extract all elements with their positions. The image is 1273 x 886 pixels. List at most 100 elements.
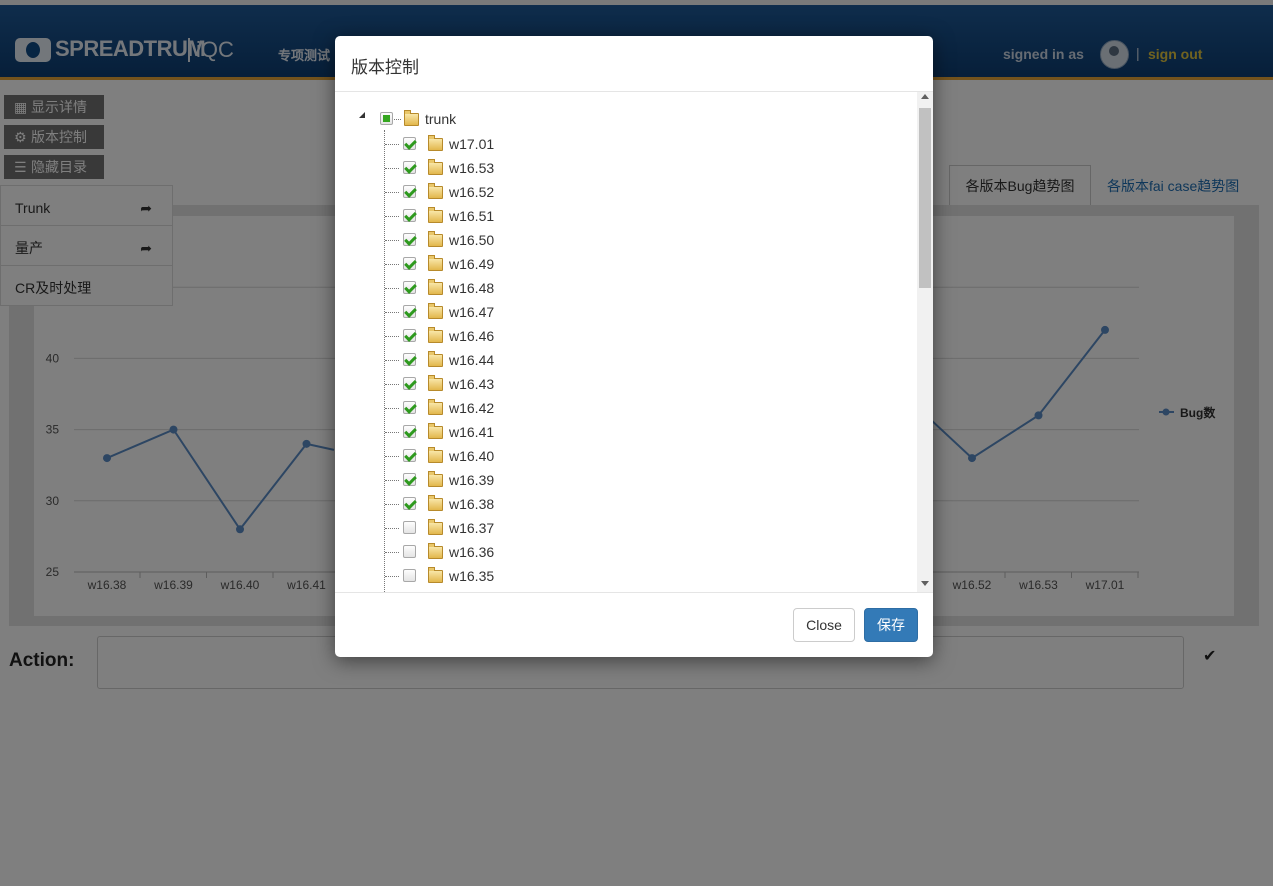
checkbox-checked-icon[interactable] [403,233,416,246]
tree-connector [385,168,399,169]
tree-connector [385,408,399,409]
tree-item-label: w16.42 [449,400,495,416]
tree-connector [385,576,399,577]
checkbox-unchecked-icon[interactable] [403,569,416,582]
checkbox-checked-icon[interactable] [403,329,416,342]
folder-icon [428,471,443,487]
tree-item[interactable]: w16.39 [335,468,895,492]
scroll-thumb[interactable] [919,108,931,288]
tree-connector [385,216,399,217]
tree-item[interactable]: w16.44 [335,348,895,372]
tree-connector [385,480,399,481]
tree-root-label: trunk [425,111,457,127]
checkbox-checked-icon[interactable] [403,353,416,366]
scroll-up-arrow-icon[interactable] [921,94,929,99]
checkbox-partial-icon[interactable] [380,112,393,125]
tree-item[interactable]: w16.35 [335,564,895,588]
tree-item[interactable]: w16.53 [335,156,895,180]
tree-connector [385,312,399,313]
tree-scrollbar[interactable] [917,92,933,592]
folder-icon [428,375,443,391]
folder-icon [428,303,443,319]
tree-item-label: w16.53 [449,160,495,176]
checkbox-checked-icon[interactable] [403,281,416,294]
folder-icon [428,519,443,535]
folder-icon [428,351,443,367]
checkbox-checked-icon[interactable] [403,449,416,462]
tree-item-label: w16.48 [449,280,495,296]
collapse-icon[interactable] [359,112,365,118]
checkbox-checked-icon[interactable] [403,497,416,510]
modal-title: 版本控制 [351,58,419,77]
tree-connector [385,504,399,505]
checkbox-checked-icon[interactable] [403,473,416,486]
tree-item-label: w16.52 [449,184,495,200]
tree-item[interactable]: w16.41 [335,420,895,444]
folder-icon [428,399,443,415]
tree-connector [385,552,399,553]
tree-connector [385,456,399,457]
tree-item-label: w16.40 [449,448,495,464]
tree-item[interactable]: w16.50 [335,228,895,252]
tree-item-label: w16.44 [449,352,495,368]
folder-icon [428,447,443,463]
tree-item[interactable]: w16.36 [335,540,895,564]
save-button[interactable]: 保存 [864,608,918,642]
checkbox-checked-icon[interactable] [403,209,416,222]
tree-connector [385,288,399,289]
checkbox-checked-icon[interactable] [403,185,416,198]
folder-icon [428,495,443,511]
tree-connector [385,192,399,193]
tree-item-label: w16.37 [449,520,495,536]
tree-connector [385,432,399,433]
version-control-modal: 版本控制 trunk w17.01 w16.53 w16.52 w16.51 w16.5… [335,36,933,657]
folder-icon [428,255,443,271]
tree-connector [385,240,399,241]
checkbox-checked-icon[interactable] [403,425,416,438]
tree-item-label: w16.49 [449,256,495,272]
tree-item[interactable]: w16.51 [335,204,895,228]
tree-item-label: w16.35 [449,568,495,584]
checkbox-checked-icon[interactable] [403,305,416,318]
tree-connector [385,144,399,145]
checkbox-checked-icon[interactable] [403,401,416,414]
tree-item[interactable]: w16.42 [335,396,895,420]
folder-icon [428,231,443,247]
tree-item[interactable]: w16.38 [335,492,895,516]
tree-connector [385,264,399,265]
checkbox-unchecked-icon[interactable] [403,521,416,534]
folder-icon [428,567,443,583]
tree-item-label: w16.36 [449,544,495,560]
close-button[interactable]: Close [793,608,855,642]
checkbox-checked-icon[interactable] [403,137,416,150]
tree-item[interactable]: w16.49 [335,252,895,276]
tree-item-label: w16.39 [449,472,495,488]
folder-icon [404,110,419,126]
tree-item[interactable]: w16.43 [335,372,895,396]
tree-item[interactable]: w17.01 [335,132,895,156]
tree-item[interactable]: w16.47 [335,300,895,324]
tree-item-label: w16.38 [449,496,495,512]
tree-item-label: w16.47 [449,304,495,320]
checkbox-checked-icon[interactable] [403,377,416,390]
tree-item[interactable]: w16.48 [335,276,895,300]
folder-icon [428,183,443,199]
tree-item-label: w16.43 [449,376,495,392]
tree-item-label: w16.51 [449,208,495,224]
tree-connector [385,384,399,385]
folder-icon [428,327,443,343]
folder-icon [428,159,443,175]
checkbox-checked-icon[interactable] [403,161,416,174]
tree-connector [385,528,399,529]
modal-footer-divider [335,592,933,593]
tree-item[interactable]: w16.52 [335,180,895,204]
folder-icon [428,279,443,295]
tree-item[interactable]: w16.37 [335,516,895,540]
tree-item[interactable]: w16.46 [335,324,895,348]
checkbox-checked-icon[interactable] [403,257,416,270]
checkbox-unchecked-icon[interactable] [403,545,416,558]
scroll-down-arrow-icon[interactable] [921,581,929,586]
tree-connector [385,360,399,361]
version-tree: trunk w17.01 w16.53 w16.52 w16.51 w16.50 w16.… [335,92,917,592]
tree-item[interactable]: w16.40 [335,444,895,468]
